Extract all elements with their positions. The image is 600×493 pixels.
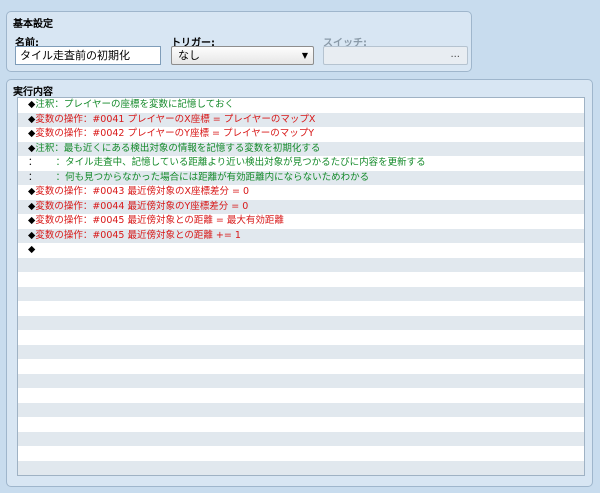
empty-command-row[interactable]: [18, 431, 584, 446]
empty-command-row[interactable]: [18, 330, 584, 345]
command-row[interactable]: ◆変数の操作：#0045 最近傍対象との距離 = 最大有効距離: [18, 214, 584, 229]
command-text: 変数の操作：#0045 最近傍対象との距離 = 最大有効距離: [35, 215, 284, 226]
empty-command-row[interactable]: [18, 272, 584, 287]
empty-command-row[interactable]: [18, 315, 584, 330]
command-row[interactable]: ◆変数の操作：#0041 プレイヤーのX座標 = プレイヤーのマップX: [18, 112, 584, 127]
execution-content-panel: 実行内容 ◆注釈：プレイヤーの座標を変数に記憶しておく ◆変数の操作：#0041 …: [6, 79, 593, 487]
command-text: ：タイル走査中、記憶している距離より近い検出対象が見つかるたびに内容を更新する: [37, 157, 426, 168]
command-marker: ◆: [28, 244, 36, 255]
command-row[interactable]: ◆変数の操作：#0045 最近傍対象との距離 += 1: [18, 228, 584, 243]
command-row[interactable]: ◆変数の操作：#0043 最近傍対象のX座標差分 = 0: [18, 185, 584, 200]
command-marker: ：: [28, 171, 38, 183]
command-row[interactable]: ◆注釈：最も近くにある検出対象の情報を記憶する変数を初期化する: [18, 141, 584, 156]
basic-settings-panel: 基本設定 名前: タイル走査前の初期化 トリガー: なし ▼ スイッチ: ...: [6, 11, 472, 72]
command-row[interactable]: ： ：何も見つからなかった場合には距離が有効距離内にならないためわかる: [18, 170, 584, 185]
command-row[interactable]: ： ：タイル走査中、記憶している距離より近い検出対象が見つかるたびに内容を更新す…: [18, 156, 584, 171]
command-text: 変数の操作：#0041 プレイヤーのX座標 = プレイヤーのマップX: [35, 113, 316, 125]
execution-content-title: 実行内容: [13, 87, 53, 98]
switch-selector[interactable]: ...: [323, 46, 468, 65]
command-marker: ：: [28, 157, 38, 168]
empty-command-row[interactable]: [18, 301, 584, 316]
empty-command-row[interactable]: [18, 402, 584, 417]
command-text: 注釈：プレイヤーの座標を変数に記憶しておく: [35, 99, 234, 110]
empty-command-row[interactable]: [18, 446, 584, 461]
command-text: 変数の操作：#0042 プレイヤーのY座標 = プレイヤーのマップY: [35, 128, 315, 139]
empty-command-row[interactable]: [18, 373, 584, 388]
empty-command-row[interactable]: [18, 460, 584, 475]
basic-settings-title: 基本設定: [13, 19, 53, 30]
command-row[interactable]: ◆変数の操作：#0042 プレイヤーのY座標 = プレイヤーのマップY: [18, 127, 584, 142]
command-text: 変数の操作：#0044 最近傍対象のY座標差分 = 0: [35, 200, 249, 212]
command-row[interactable]: ◆注釈：プレイヤーの座標を変数に記憶しておく: [18, 98, 584, 113]
empty-command-row[interactable]: [18, 286, 584, 301]
command-list[interactable]: ◆注釈：プレイヤーの座標を変数に記憶しておく ◆変数の操作：#0041 プレイヤー…: [17, 97, 585, 476]
command-row[interactable]: ◆変数の操作：#0044 最近傍対象のY座標差分 = 0: [18, 199, 584, 214]
command-text: ：何も見つからなかった場合には距離が有効距離内にならないためわかる: [37, 171, 370, 183]
trigger-value: なし: [178, 49, 200, 62]
command-text: 変数の操作：#0043 最近傍対象のX座標差分 = 0: [35, 186, 250, 197]
command-text: 注釈：最も近くにある検出対象の情報を記憶する変数を初期化する: [35, 142, 321, 154]
empty-command-row[interactable]: [18, 417, 584, 432]
empty-command-row[interactable]: [18, 359, 584, 374]
empty-command-row[interactable]: [18, 388, 584, 403]
name-input[interactable]: タイル走査前の初期化: [15, 46, 161, 65]
more-options-icon[interactable]: ...: [450, 49, 460, 60]
chevron-down-icon: ▼: [301, 51, 308, 60]
trigger-dropdown[interactable]: なし ▼: [171, 46, 314, 65]
empty-command-row[interactable]: [18, 257, 584, 272]
empty-command-row[interactable]: [18, 344, 584, 359]
command-text: 変数の操作：#0045 最近傍対象との距離 += 1: [35, 229, 241, 241]
command-row[interactable]: ◆: [18, 243, 584, 258]
